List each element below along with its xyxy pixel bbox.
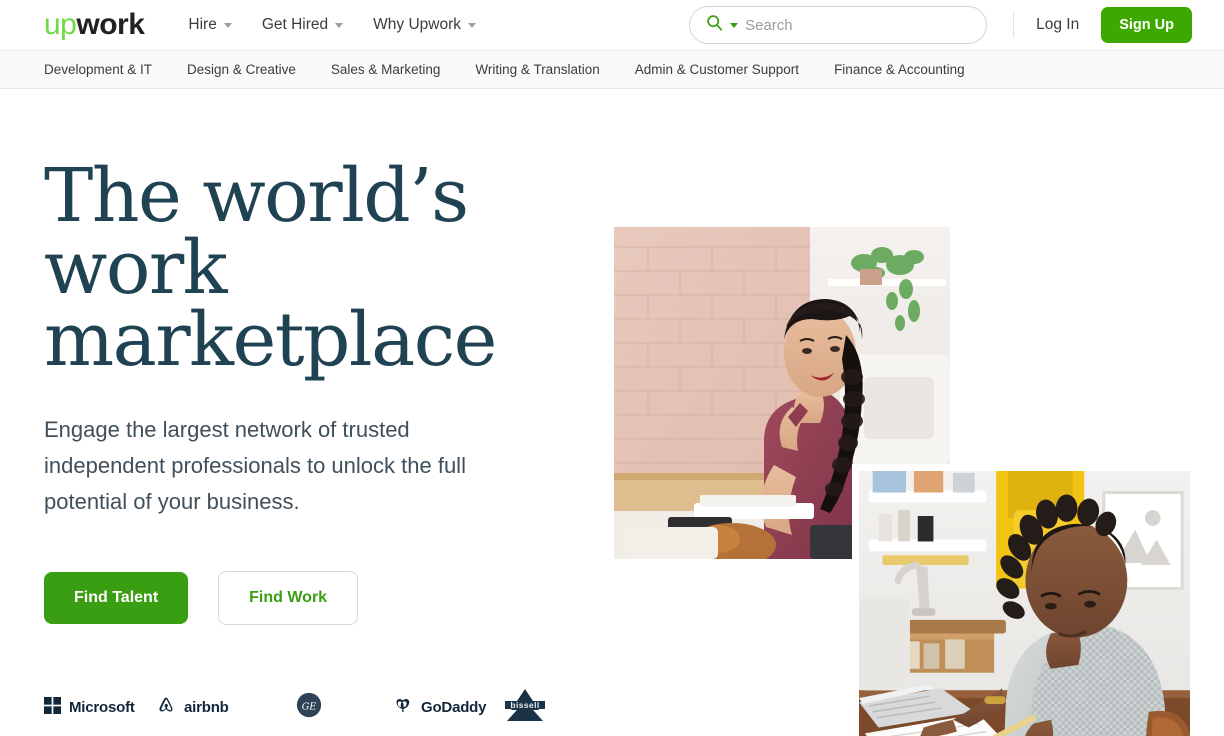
page-title: The world’s work marketplace: [44, 159, 604, 376]
category-admin-customer-support[interactable]: Admin & Customer Support: [635, 62, 799, 77]
logo-work-text: work: [76, 8, 145, 41]
nav-item-get-hired-label: Get Hired: [261, 16, 329, 33]
chevron-down-icon: [223, 22, 232, 28]
header-right-zone: Log In Sign Up: [689, 6, 1192, 44]
client-logo-bissell: bissell: [502, 688, 548, 727]
nav-item-why-upwork[interactable]: Why Upwork: [373, 16, 477, 34]
nav-item-hire-label: Hire: [188, 16, 217, 33]
chevron-down-icon: [335, 22, 344, 28]
category-navigation: Development & IT Design & Creative Sales…: [0, 50, 1224, 89]
airbnb-icon: [156, 695, 176, 720]
nav-item-hire[interactable]: Hire: [188, 16, 232, 34]
upwork-logo[interactable]: up work: [44, 8, 145, 41]
nav-item-why-upwork-label: Why Upwork: [373, 16, 462, 33]
client-logo-godaddy: GoDaddy: [394, 696, 502, 720]
svg-text:GE: GE: [302, 701, 317, 712]
client-logo-airbnb-label: airbnb: [184, 699, 229, 716]
hero-content: The world’s work marketplace Engage the …: [44, 159, 604, 626]
nav-item-get-hired[interactable]: Get Hired: [261, 16, 344, 34]
header-divider: [1013, 12, 1015, 38]
hero-section: The world’s work marketplace Engage the …: [0, 89, 1224, 736]
hero-subheading: Engage the largest network of trusted in…: [44, 417, 466, 514]
category-finance-accounting[interactable]: Finance & Accounting: [834, 62, 965, 77]
godaddy-icon: [394, 696, 413, 720]
find-work-button[interactable]: Find Work: [218, 571, 359, 626]
hero-cta-row: Find Talent Find Work: [44, 571, 604, 626]
top-header: up work Hire Get Hired Why Upwork Search…: [0, 0, 1224, 50]
signup-button[interactable]: Sign Up: [1101, 7, 1192, 43]
svg-text:bissell: bissell: [510, 700, 539, 710]
client-logo-ge: GE: [296, 692, 394, 723]
category-sales-marketing[interactable]: Sales & Marketing: [331, 62, 441, 77]
microsoft-icon: [44, 696, 61, 719]
category-design-creative[interactable]: Design & Creative: [187, 62, 296, 77]
headline-line-1: The world’s work: [44, 153, 469, 311]
bissell-icon: bissell: [502, 688, 548, 727]
login-link[interactable]: Log In: [1036, 16, 1079, 34]
search-scope-chevron-down-icon[interactable]: [730, 22, 739, 28]
search-input[interactable]: [745, 16, 971, 34]
ge-icon: GE: [296, 692, 322, 723]
hero-photo-man-writing: [852, 464, 1190, 736]
client-logo-microsoft: Microsoft: [44, 696, 156, 719]
chevron-down-icon: [468, 22, 477, 28]
logo-up-text: up: [44, 8, 77, 41]
search-box[interactable]: [689, 6, 988, 44]
category-development-it[interactable]: Development & IT: [44, 62, 152, 77]
client-logo-godaddy-label: GoDaddy: [421, 699, 487, 716]
client-logo-microsoft-label: Microsoft: [69, 699, 135, 716]
client-logos: Microsoft airbnb GE GoDaddy bissell: [44, 688, 564, 727]
search-icon: [706, 14, 723, 36]
client-logo-airbnb: airbnb: [156, 695, 296, 720]
main-navigation: Hire Get Hired Why Upwork: [188, 16, 477, 34]
find-talent-button[interactable]: Find Talent: [44, 572, 189, 625]
category-writing-translation[interactable]: Writing & Translation: [475, 62, 599, 77]
headline-line-2: marketplace: [44, 296, 497, 383]
